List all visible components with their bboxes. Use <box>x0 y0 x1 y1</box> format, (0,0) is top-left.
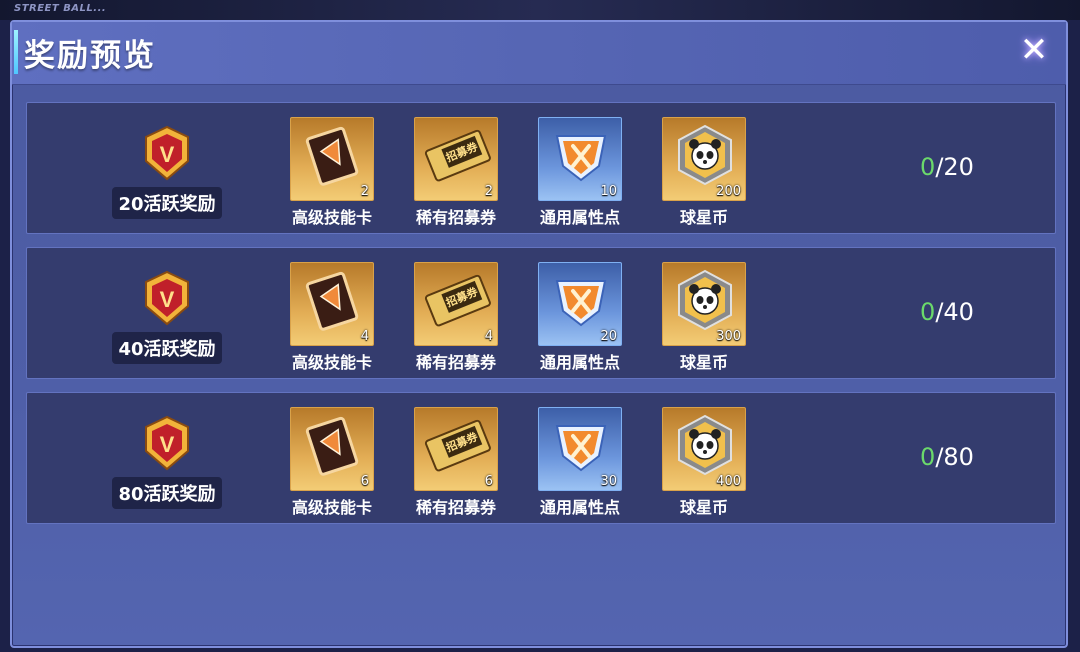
item-count: 30 <box>600 474 617 489</box>
item-name: 稀有招募券 <box>415 498 496 517</box>
svg-text:V: V <box>160 287 175 312</box>
reward-item-recruit-ticket[interactable]: 招募券 4 稀有招募券 <box>406 262 506 372</box>
item-name: 稀有招募券 <box>415 208 496 227</box>
reward-item-recruit-ticket[interactable]: 招募券 6 稀有招募券 <box>406 407 506 517</box>
reward-item-star-coin[interactable]: 400 球星币 <box>654 407 754 517</box>
progress-counter: 0/40 <box>920 298 974 326</box>
item-count: 2 <box>360 184 369 199</box>
attribute-point-icon <box>555 280 607 327</box>
title-accent-bar <box>14 30 18 74</box>
progress-counter: 0/80 <box>920 443 974 471</box>
background-text: STREET BALL... <box>14 3 107 14</box>
tier-badge: V 80活跃奖励 <box>82 407 252 517</box>
attribute-point-icon <box>555 135 607 182</box>
item-name: 球星币 <box>679 498 728 517</box>
item-name: 高级技能卡 <box>291 208 372 227</box>
item-count: 6 <box>360 474 369 489</box>
item-name: 通用属性点 <box>539 498 620 517</box>
reward-row: V 20活跃奖励 2 高级技能卡 招募券 2 稀有招募券 10 通用属性点 20… <box>26 102 1056 234</box>
reward-row: V 80活跃奖励 6 高级技能卡 招募券 6 稀有招募券 30 通用属性点 40… <box>26 392 1056 524</box>
reward-item-recruit-ticket[interactable]: 招募券 2 稀有招募券 <box>406 117 506 227</box>
item-count: 2 <box>484 184 493 199</box>
v-badge-icon: V <box>145 125 189 181</box>
reward-item-star-coin[interactable]: 200 球星币 <box>654 117 754 227</box>
skill-card-icon <box>305 126 359 186</box>
item-name: 高级技能卡 <box>291 353 372 372</box>
item-name: 球星币 <box>679 353 728 372</box>
item-count: 200 <box>716 184 741 199</box>
reward-item-attribute-point[interactable]: 30 通用属性点 <box>530 407 630 517</box>
item-count: 300 <box>716 329 741 344</box>
item-name: 球星币 <box>679 208 728 227</box>
reward-item-star-coin[interactable]: 300 球星币 <box>654 262 754 372</box>
panda-coin-icon <box>678 124 732 186</box>
reward-item-attribute-point[interactable]: 10 通用属性点 <box>530 117 630 227</box>
dialog-title-bar: 奖励预览 ✕ <box>12 22 1066 85</box>
item-count: 4 <box>484 329 493 344</box>
reward-item-skill-card[interactable]: 6 高级技能卡 <box>282 407 382 517</box>
skill-card-icon <box>305 416 359 476</box>
recruit-ticket-icon: 招募券 <box>424 274 491 327</box>
skill-card-icon <box>305 271 359 331</box>
row-label: 40活跃奖励 <box>82 332 252 364</box>
reward-row: V 40活跃奖励 4 高级技能卡 招募券 4 稀有招募券 20 通用属性点 30… <box>26 247 1056 379</box>
item-name: 稀有招募券 <box>415 353 496 372</box>
reward-preview-dialog: 奖励预览 ✕ V 20活跃奖励 2 高级技能卡 招募券 2 稀有招募券 10 通… <box>10 20 1068 648</box>
svg-text:V: V <box>160 432 175 457</box>
close-button[interactable]: ✕ <box>1016 30 1052 70</box>
svg-text:V: V <box>160 142 175 167</box>
background-strip: STREET BALL... <box>0 0 1080 20</box>
item-count: 4 <box>360 329 369 344</box>
v-badge-icon: V <box>145 270 189 326</box>
item-name: 通用属性点 <box>539 208 620 227</box>
recruit-ticket-icon: 招募券 <box>424 129 491 182</box>
item-count: 400 <box>716 474 741 489</box>
tier-badge: V 20活跃奖励 <box>82 117 252 227</box>
item-count: 10 <box>600 184 617 199</box>
item-name: 高级技能卡 <box>291 498 372 517</box>
row-label: 20活跃奖励 <box>82 187 252 219</box>
reward-item-attribute-point[interactable]: 20 通用属性点 <box>530 262 630 372</box>
panda-coin-icon <box>678 414 732 476</box>
item-name: 通用属性点 <box>539 353 620 372</box>
reward-item-skill-card[interactable]: 2 高级技能卡 <box>282 117 382 227</box>
tier-badge: V 40活跃奖励 <box>82 262 252 372</box>
row-label: 80活跃奖励 <box>82 477 252 509</box>
dialog-title: 奖励预览 <box>24 38 156 74</box>
attribute-point-icon <box>555 425 607 472</box>
reward-item-skill-card[interactable]: 4 高级技能卡 <box>282 262 382 372</box>
item-count: 6 <box>484 474 493 489</box>
v-badge-icon: V <box>145 415 189 471</box>
recruit-ticket-icon: 招募券 <box>424 419 491 472</box>
item-count: 20 <box>600 329 617 344</box>
progress-counter: 0/20 <box>920 153 974 181</box>
panda-coin-icon <box>678 269 732 331</box>
